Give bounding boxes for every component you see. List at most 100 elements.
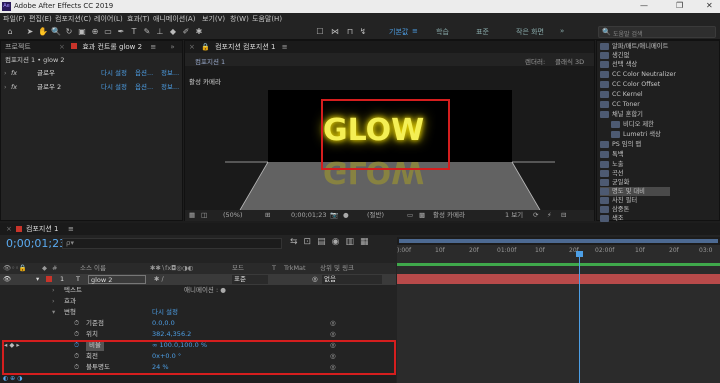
layer-switches[interactable]: ✱ ∕: [154, 274, 164, 285]
fx-toggle[interactable]: fx: [11, 82, 17, 93]
expand-arrow-icon[interactable]: ▾: [52, 307, 55, 318]
clone-tool-icon[interactable]: ⊥: [155, 27, 165, 37]
menu-composition[interactable]: 컴포지션(C): [55, 14, 91, 24]
work-area-bar[interactable]: [397, 237, 720, 245]
expand-arrow-icon[interactable]: ›: [52, 285, 55, 296]
effect-item[interactable]: 색조: [600, 214, 624, 223]
tab-effect-controls[interactable]: 효과 컨트롤 glow 2: [82, 43, 142, 51]
timeline-icon[interactable]: ⊟: [561, 210, 566, 221]
menu-edit[interactable]: 편집(E): [29, 14, 52, 24]
effect-item[interactable]: 노출: [600, 160, 624, 169]
current-time[interactable]: 0;00;01;23: [291, 210, 327, 221]
close-icon[interactable]: ×: [6, 223, 12, 235]
eraser-tool-icon[interactable]: ◆: [168, 27, 178, 37]
minimize-button[interactable]: —: [640, 1, 648, 10]
effect-row[interactable]: › fx 글로우 다시 설정 옵션... 정보...: [1, 68, 182, 79]
effect-reset-link[interactable]: 다시 설정: [101, 68, 127, 79]
timeline-bottom-icons[interactable]: ◐ ⊕ ◑: [0, 375, 396, 383]
effect-item[interactable]: 사진 필터: [600, 196, 637, 205]
property-value[interactable]: 382.4,356.2: [152, 329, 191, 340]
grid-toggle-icon[interactable]: ▦: [189, 210, 195, 221]
zoom-select[interactable]: (50%): [223, 210, 243, 221]
effect-item[interactable]: CC Kernel: [600, 90, 643, 99]
effect-item[interactable]: CC Color Offset: [600, 80, 660, 89]
stopwatch-icon[interactable]: ⏱: [74, 318, 79, 329]
effect-item[interactable]: 비디오 제한: [611, 120, 654, 129]
group-row[interactable]: › 텍스트 애니메이션 : ●: [0, 285, 396, 296]
menu-file[interactable]: 파일(F): [3, 14, 25, 24]
effect-row[interactable]: › fx 글로우 2 다시 설정 옵션... 정보...: [1, 82, 182, 93]
time-ruler[interactable]: ):00f 10f 20f 01:00f 10f 20f 02:00f 10f …: [397, 247, 720, 259]
effect-item-selected[interactable]: 명도 및 대비: [600, 187, 670, 196]
parent-select[interactable]: 없음: [322, 275, 382, 284]
roto-tool-icon[interactable]: ✐: [181, 27, 191, 37]
snap-icon[interactable]: ⋈: [330, 27, 340, 37]
timeline-timecode[interactable]: 0;00;01;23: [6, 237, 66, 250]
effect-item[interactable]: 톡백: [600, 150, 624, 159]
transform-reset-link[interactable]: 다시 설정: [152, 307, 178, 318]
search-help-field[interactable]: 🔍 도움말 검색: [598, 26, 716, 38]
group-row[interactable]: ▾ 변형 다시 설정: [0, 307, 396, 318]
tab-composition[interactable]: 컴포지션 컴포지션 1: [215, 43, 275, 51]
fx-toggle[interactable]: fx: [11, 68, 17, 79]
panel-menu-icon[interactable]: ≡: [68, 223, 74, 235]
view-select[interactable]: 활성 카메라: [433, 210, 465, 221]
layer-duration-bar[interactable]: [397, 274, 720, 284]
workspace-standard[interactable]: 표준: [476, 27, 489, 37]
views-select[interactable]: 1 보기: [505, 210, 523, 221]
effect-item[interactable]: 삼중톤: [600, 205, 629, 214]
renderer-value[interactable]: 클래식 3D: [555, 56, 584, 66]
eye-icon[interactable]: 👁◦◦🔒: [3, 263, 27, 274]
mode-select[interactable]: 표준: [232, 275, 268, 284]
current-time-indicator[interactable]: [579, 251, 580, 383]
fullscreen-icon[interactable]: ⊞: [265, 210, 270, 221]
work-area-range[interactable]: [399, 239, 718, 243]
effect-reset-link[interactable]: 다시 설정: [101, 82, 127, 93]
effect-item[interactable]: 생긴없: [600, 51, 629, 60]
property-value[interactable]: 0.0,0.0: [152, 318, 175, 329]
property-row[interactable]: ⏱ 기준점 0.0,0.0 ◎: [0, 318, 396, 329]
group-row[interactable]: › 효과: [0, 296, 396, 307]
workspace-menu-icon[interactable]: ≡: [412, 27, 418, 35]
label-color-icon[interactable]: [46, 276, 52, 282]
effect-item[interactable]: Lumetri 색상: [611, 130, 661, 139]
transparency-icon[interactable]: ▩: [419, 210, 425, 221]
property-row[interactable]: ⏱ 위치 382.4,356.2 ◎: [0, 329, 396, 340]
time-graph[interactable]: ):00f 10f 20f 01:00f 10f 20f 02:00f 10f …: [397, 237, 720, 383]
roi-icon[interactable]: ▭: [407, 210, 413, 221]
camera-tool-icon[interactable]: ▣: [77, 27, 87, 37]
pickwhip-icon[interactable]: ◎: [312, 274, 318, 285]
effect-about-link[interactable]: 정보...: [161, 68, 179, 79]
visibility-icon[interactable]: 👁: [3, 274, 11, 285]
stopwatch-icon[interactable]: ⏱: [74, 329, 79, 340]
layer-row[interactable]: 👁 ▾ 1 T glow 2 ✱ ∕ 표준 ◎ 없음: [0, 274, 396, 285]
workspace-learn[interactable]: 학습: [436, 27, 449, 37]
effect-item[interactable]: 곡선: [600, 169, 624, 178]
tab-timeline[interactable]: 컴포지션 1: [26, 223, 58, 235]
snapshot-icon[interactable]: 📷: [330, 210, 338, 221]
timeline-search-input[interactable]: ρ▾: [62, 238, 282, 249]
panel-menu-icon[interactable]: ≡: [282, 43, 288, 51]
expand-arrow-icon[interactable]: ›: [4, 68, 7, 79]
close-window-button[interactable]: ✕: [706, 1, 713, 10]
panel-menu-icon[interactable]: ≡: [150, 43, 156, 51]
effect-item[interactable]: PS 임의 맵: [600, 140, 641, 149]
effect-category[interactable]: 알파/매트/애니메이트: [600, 42, 668, 51]
effect-item[interactable]: CC Toner: [600, 100, 640, 109]
reset-exposure-icon[interactable]: ⟳: [533, 210, 538, 221]
fast-preview-icon[interactable]: ⚡: [547, 210, 552, 221]
selection-tool-icon[interactable]: ➤: [25, 27, 35, 37]
expand-arrow-icon[interactable]: ›: [52, 296, 55, 307]
rotate-tool-icon[interactable]: ↻: [64, 27, 74, 37]
menu-layer[interactable]: 레이어(L): [94, 14, 123, 24]
mask-tool-icon[interactable]: ▭: [103, 27, 113, 37]
comp-subtab[interactable]: 컴포지션 1: [195, 56, 225, 66]
snap-mode-icon[interactable]: ↯: [358, 27, 368, 37]
snap-checkbox-icon[interactable]: ☐: [315, 27, 325, 37]
effect-item[interactable]: 채널 혼합기: [600, 110, 643, 119]
effect-item[interactable]: 균일화: [600, 178, 629, 187]
region-icon[interactable]: ◫: [201, 210, 207, 221]
effect-about-link[interactable]: 정보...: [161, 82, 179, 93]
puppet-tool-icon[interactable]: ✱: [194, 27, 204, 37]
menu-window[interactable]: 창(W): [230, 14, 249, 24]
